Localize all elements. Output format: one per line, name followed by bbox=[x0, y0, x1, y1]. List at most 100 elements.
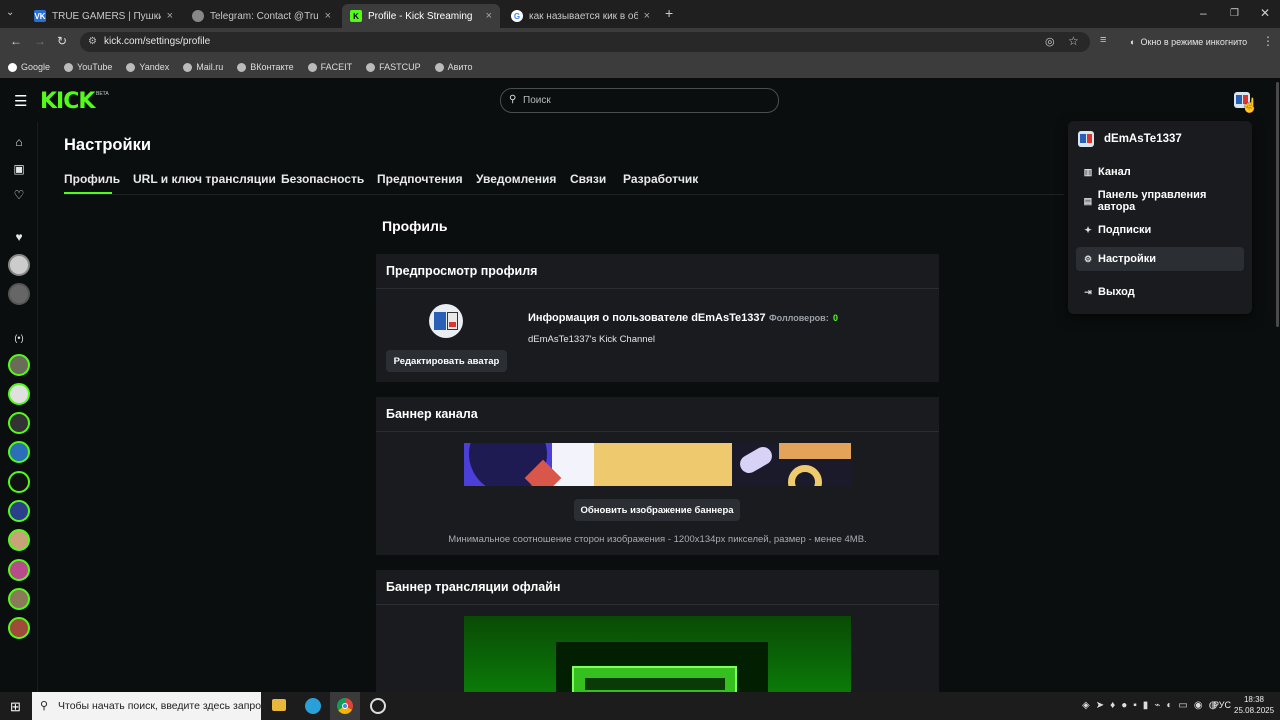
browser-tab-3[interactable]: K Profile - Kick Streaming × bbox=[342, 4, 500, 28]
channel-avatar[interactable] bbox=[8, 354, 30, 376]
chrome-taskbar-button[interactable] bbox=[330, 692, 360, 720]
globe-icon bbox=[64, 62, 74, 72]
tray-icon[interactable]: ◉ bbox=[1194, 700, 1203, 711]
obs-icon[interactable] bbox=[370, 698, 386, 714]
menu-kebab-icon[interactable]: ⋮ bbox=[1262, 34, 1274, 48]
channel-avatar[interactable] bbox=[8, 588, 30, 610]
back-icon[interactable]: ← bbox=[10, 34, 22, 48]
bookmark-star-icon[interactable]: ☆ bbox=[1068, 34, 1079, 48]
tab-preferences[interactable]: Предпочтения bbox=[377, 172, 463, 186]
hamburger-menu-icon[interactable]: ☰ bbox=[14, 92, 27, 110]
file-explorer-icon[interactable] bbox=[272, 699, 286, 711]
incognito-indicator[interactable]: ◐ Окно в режиме инкогнито bbox=[1122, 32, 1255, 52]
avatar-part bbox=[434, 312, 446, 330]
banner-hint: Минимальное соотношение сторон изображен… bbox=[448, 534, 867, 545]
browser-tab-1[interactable]: VK TRUE GAMERS | Пушкин | Ком × bbox=[26, 4, 181, 28]
home-icon[interactable]: ⌂ bbox=[8, 131, 30, 153]
bookmark-youtube[interactable]: YouTube bbox=[64, 62, 112, 72]
tray-icon[interactable]: ▪ bbox=[1133, 700, 1137, 711]
globe-icon bbox=[237, 62, 247, 72]
update-banner-button[interactable]: Обновить изображение баннера bbox=[574, 499, 740, 521]
eye-off-icon[interactable]: ◎ bbox=[1045, 35, 1055, 48]
browser-tab-2[interactable]: Telegram: Contact @TrueGame × bbox=[184, 4, 339, 28]
tab-profile[interactable]: Профиль bbox=[64, 172, 120, 186]
close-icon[interactable]: × bbox=[644, 10, 650, 22]
clock[interactable]: 18:38 25.08.2025 bbox=[1234, 694, 1274, 716]
close-icon[interactable]: × bbox=[486, 10, 492, 22]
channel-avatar[interactable] bbox=[8, 529, 30, 551]
channel-icon: ▥ bbox=[1083, 166, 1093, 177]
browse-icon[interactable]: ▣ bbox=[8, 158, 30, 180]
bookmark-avito[interactable]: Авито bbox=[434, 62, 472, 72]
channel-avatar[interactable] bbox=[8, 283, 30, 305]
system-tray[interactable]: ◈ ➤ ♦ ● ▪ ▮ ⌁ ◐ ▭ ◉ ◍ bbox=[1082, 700, 1217, 711]
tab-notifications[interactable]: Уведомления bbox=[476, 172, 556, 186]
reload-icon[interactable]: ↻ bbox=[57, 34, 67, 48]
tab-title: как называется кик в обс - По bbox=[529, 10, 638, 22]
tab-connections[interactable]: Связи bbox=[570, 172, 606, 186]
bookmark-vk[interactable]: ВКонтакте bbox=[237, 62, 294, 72]
dropdown-item-channel[interactable]: ▥ Канал bbox=[1076, 160, 1244, 184]
card-title: Баннер трансляции офлайн bbox=[386, 580, 561, 594]
dropdown-item-dashboard[interactable]: ▤ Панель управления автора bbox=[1076, 189, 1244, 213]
forward-icon[interactable]: → bbox=[34, 34, 46, 48]
channel-avatar[interactable] bbox=[8, 500, 30, 522]
channel-avatar[interactable] bbox=[8, 471, 30, 493]
bookmark-fastcup[interactable]: FASTCUP bbox=[366, 62, 421, 72]
bookmark-google[interactable]: Google bbox=[8, 62, 50, 72]
tab-list-icon[interactable]: ≡ bbox=[1100, 34, 1106, 46]
tray-icon[interactable]: ● bbox=[1121, 700, 1127, 711]
tray-icon[interactable]: ♦ bbox=[1110, 700, 1115, 711]
tab-developer[interactable]: Разработчик bbox=[623, 172, 698, 186]
windows-start-icon[interactable]: ⊞ bbox=[10, 699, 21, 715]
heart-icon[interactable]: ♥ bbox=[8, 226, 30, 248]
close-window-icon[interactable]: ✕ bbox=[1260, 6, 1270, 20]
restore-icon[interactable]: ❐ bbox=[1230, 8, 1239, 19]
bookmark-yandex[interactable]: Yandex bbox=[126, 62, 169, 72]
new-tab-button[interactable]: + bbox=[665, 5, 673, 21]
search-input[interactable]: ⚲ Поиск bbox=[500, 88, 779, 113]
channel-avatar[interactable] bbox=[8, 254, 30, 276]
tray-icon[interactable]: ◈ bbox=[1082, 700, 1090, 711]
kick-logo[interactable]: KICK bbox=[40, 89, 95, 114]
channel-avatar[interactable] bbox=[8, 383, 30, 405]
following-icon[interactable]: ♡ bbox=[8, 184, 30, 206]
url-field[interactable]: ⚙ kick.com/settings/profile ◎ ☆ bbox=[80, 32, 1090, 52]
taskbar-search-input[interactable]: ⚲ Чтобы начать поиск, введите здесь запр… bbox=[32, 692, 266, 720]
avatar-part bbox=[1087, 134, 1092, 143]
close-icon[interactable]: × bbox=[167, 10, 173, 22]
dropdown-item-settings[interactable]: ⚙ Настройки bbox=[1076, 247, 1244, 271]
language-indicator[interactable]: РУС bbox=[1213, 700, 1231, 710]
tray-icon[interactable]: ◐ bbox=[1166, 700, 1172, 711]
clock-date: 25.08.2025 bbox=[1234, 706, 1275, 715]
browser-tab-4[interactable]: G как называется кик в обс - По × bbox=[503, 4, 658, 28]
globe-icon bbox=[183, 62, 193, 72]
tab-search-icon[interactable]: ⌄ bbox=[6, 7, 14, 18]
tray-icon[interactable]: ▮ bbox=[1143, 700, 1149, 711]
minimize-icon[interactable]: – bbox=[1200, 6, 1207, 20]
channel-avatar[interactable] bbox=[8, 441, 30, 463]
scrollbar-thumb[interactable] bbox=[1276, 82, 1279, 327]
dropdown-item-logout[interactable]: ⇥ Выход bbox=[1076, 280, 1244, 304]
browser-tab-bar: ⌄ VK TRUE GAMERS | Пушкин | Ком × Telegr… bbox=[0, 0, 1280, 28]
dropdown-username[interactable]: dEmAsTe1337 bbox=[1104, 133, 1182, 145]
banner-shape bbox=[585, 678, 725, 690]
dropdown-item-subscriptions[interactable]: ✦ Подписки bbox=[1076, 218, 1244, 242]
bookmark-faceit[interactable]: FACEIT bbox=[307, 62, 352, 72]
tray-icon[interactable]: ➤ bbox=[1096, 700, 1104, 711]
bookmark-mailru[interactable]: Mail.ru bbox=[183, 62, 223, 72]
tray-icon[interactable]: ▭ bbox=[1178, 700, 1187, 711]
telegram-icon[interactable] bbox=[305, 698, 321, 714]
channel-avatar[interactable] bbox=[8, 412, 30, 434]
tab-stream-key[interactable]: URL и ключ трансляции bbox=[133, 172, 276, 186]
channel-avatar[interactable] bbox=[8, 617, 30, 639]
site-info-icon[interactable]: ⚙ bbox=[88, 36, 97, 47]
tray-icon[interactable]: ⌁ bbox=[1154, 700, 1160, 711]
close-icon[interactable]: × bbox=[325, 10, 331, 22]
globe-icon bbox=[307, 62, 317, 72]
search-icon: ⚲ bbox=[509, 94, 517, 105]
edit-avatar-button[interactable]: Редактировать аватар bbox=[386, 350, 507, 372]
tab-security[interactable]: Безопасность bbox=[281, 172, 364, 186]
channel-avatar[interactable] bbox=[8, 559, 30, 581]
page-title: Настройки bbox=[64, 136, 152, 154]
